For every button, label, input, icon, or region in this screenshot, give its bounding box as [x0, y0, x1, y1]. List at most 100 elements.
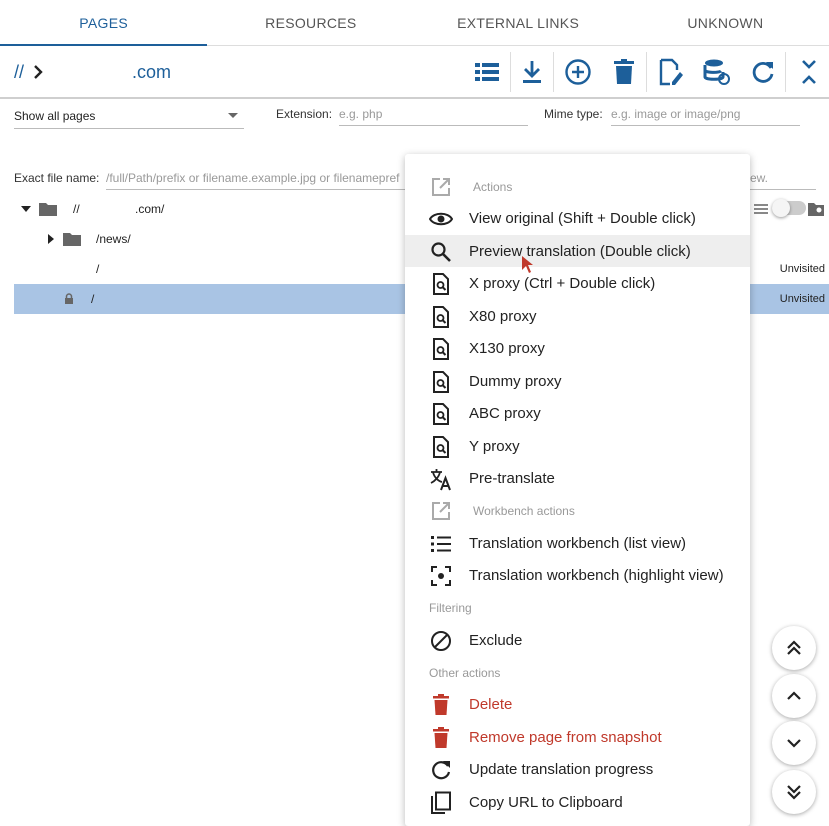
collapse-all-icon	[802, 60, 816, 84]
tab-bar: PAGES RESOURCES EXTERNAL LINKS UNKNOWN	[0, 0, 829, 46]
tab-unknown[interactable]: UNKNOWN	[622, 0, 829, 45]
menu-item-abc-proxy[interactable]: ABC proxy	[405, 397, 750, 429]
toolbar-divider	[785, 52, 786, 92]
menu-item-label: Dummy proxy	[469, 373, 562, 390]
copy-icon	[431, 791, 451, 814]
menu-item-label: X proxy (Ctrl + Double click)	[469, 275, 656, 292]
caret-right-icon[interactable]	[47, 233, 55, 245]
extension-label: Extension:	[276, 107, 333, 121]
context-menu: Actions View original (Shift + Double cl…	[405, 154, 750, 826]
scroll-bottom-button[interactable]	[772, 770, 816, 814]
doc-search-icon	[433, 306, 449, 328]
tab-pages[interactable]: PAGES	[0, 0, 208, 46]
mime-type-input[interactable]: e.g. image or image/png	[611, 102, 800, 126]
doc-search-icon	[433, 403, 449, 425]
menu-item-label: X80 proxy	[469, 308, 537, 325]
menu-item-workbench-list[interactable]: Translation workbench (list view)	[405, 527, 750, 559]
tab-external-links[interactable]: EXTERNAL LINKS	[415, 0, 622, 45]
edit-button[interactable]	[655, 56, 687, 88]
menu-item-x-proxy[interactable]: X proxy (Ctrl + Double click)	[405, 267, 750, 299]
menu-item-label: Copy URL to Clipboard	[469, 794, 623, 811]
dropdown-arrow-icon	[228, 113, 238, 118]
list-view-button[interactable]	[471, 56, 503, 88]
menu-item-update-progress[interactable]: Update translation progress	[405, 753, 750, 785]
tree-row-label: /news/	[96, 232, 131, 246]
scroll-down-button[interactable]	[772, 721, 816, 765]
extension-input[interactable]: e.g. php	[339, 102, 528, 126]
double-chevron-up-icon	[787, 640, 801, 655]
trash-icon	[614, 59, 634, 84]
menu-item-dummy-proxy[interactable]: Dummy proxy	[405, 365, 750, 397]
mouse-cursor-icon	[522, 256, 533, 273]
folder-star-icon[interactable]	[808, 202, 824, 216]
breadcrumb-domain[interactable]: .com	[132, 46, 171, 99]
refresh-button[interactable]	[747, 56, 779, 88]
menu-lines-icon[interactable]	[754, 203, 768, 215]
menu-header-workbench: Workbench actions	[473, 504, 575, 518]
tree-root-label: //	[73, 202, 80, 216]
menu-item-label: Y proxy	[469, 438, 520, 455]
refresh-icon	[432, 761, 451, 780]
collapse-button[interactable]	[793, 56, 825, 88]
trash-icon	[433, 694, 449, 715]
database-refresh-button[interactable]	[701, 56, 733, 88]
menu-header-filtering: Filtering	[429, 601, 472, 615]
tab-resources[interactable]: RESOURCES	[207, 0, 414, 45]
menu-item-preview-translation[interactable]: Preview translation (Double click)	[405, 235, 750, 267]
status-label: Unvisited	[779, 293, 825, 305]
scroll-up-button[interactable]	[772, 674, 816, 718]
menu-item-label: Remove page from snapshot	[469, 729, 662, 746]
menu-item-remove-from-snapshot[interactable]: Remove page from snapshot	[405, 721, 750, 753]
delete-button[interactable]	[608, 56, 640, 88]
toolbar: // .com	[0, 46, 829, 99]
breadcrumb-root[interactable]: //	[14, 46, 24, 99]
menu-item-y-proxy[interactable]: Y proxy	[405, 430, 750, 462]
menu-item-x130-proxy[interactable]: X130 proxy	[405, 332, 750, 364]
toggle-knob	[772, 199, 790, 217]
lock-icon	[65, 293, 73, 304]
add-button[interactable]	[562, 56, 594, 88]
caret-down-icon[interactable]	[20, 205, 32, 213]
menu-item-copy-url[interactable]: Copy URL to Clipboard	[405, 786, 750, 818]
menu-header-actions: Actions	[473, 180, 513, 194]
double-chevron-down-icon	[787, 785, 801, 800]
status-label: Unvisited	[779, 263, 825, 275]
menu-item-pre-translate[interactable]: Pre-translate	[405, 462, 750, 494]
chevron-down-icon	[787, 739, 801, 748]
page-filter-value: Show all pages	[14, 108, 96, 123]
edit-doc-icon	[659, 58, 683, 86]
open-external-icon	[432, 502, 450, 520]
tree-row-label: /	[91, 292, 95, 306]
menu-item-workbench-highlight[interactable]: Translation workbench (highlight view)	[405, 559, 750, 591]
open-external-icon	[432, 178, 450, 196]
toolbar-divider	[510, 52, 511, 92]
scroll-top-button[interactable]	[772, 626, 816, 670]
download-icon	[523, 61, 541, 83]
menu-item-delete[interactable]: Delete	[405, 688, 750, 720]
menu-item-label: Translation workbench (highlight view)	[469, 567, 724, 584]
menu-item-label: Translation workbench (list view)	[469, 535, 687, 552]
menu-item-label: Delete	[469, 696, 513, 713]
add-circle-icon	[565, 59, 591, 85]
exact-file-name-trailing: ew.	[750, 166, 816, 190]
table-list-icon	[475, 63, 499, 81]
focus-icon	[431, 566, 451, 586]
block-icon	[431, 631, 451, 651]
toolbar-divider	[646, 52, 647, 92]
menu-item-exclude[interactable]: Exclude	[405, 624, 750, 656]
exact-file-name-input[interactable]: /full/Path/prefix or filename.example.jp…	[106, 166, 406, 190]
doc-search-icon	[433, 338, 449, 360]
menu-item-label: Exclude	[469, 632, 523, 649]
download-button[interactable]	[516, 56, 548, 88]
folder-icon	[39, 203, 57, 216]
menu-item-label: Pre-translate	[469, 470, 555, 487]
tree-toggle-switch[interactable]	[772, 199, 806, 217]
translate-icon	[430, 469, 451, 491]
page-filter-select[interactable]: Show all pages	[14, 103, 244, 129]
menu-item-label: Update translation progress	[469, 761, 654, 778]
menu-item-label: X130 proxy	[469, 340, 545, 357]
trash-icon	[433, 727, 449, 748]
menu-item-view-original[interactable]: View original (Shift + Double click)	[405, 202, 750, 234]
chevron-up-icon	[787, 691, 801, 700]
menu-item-x80-proxy[interactable]: X80 proxy	[405, 300, 750, 332]
